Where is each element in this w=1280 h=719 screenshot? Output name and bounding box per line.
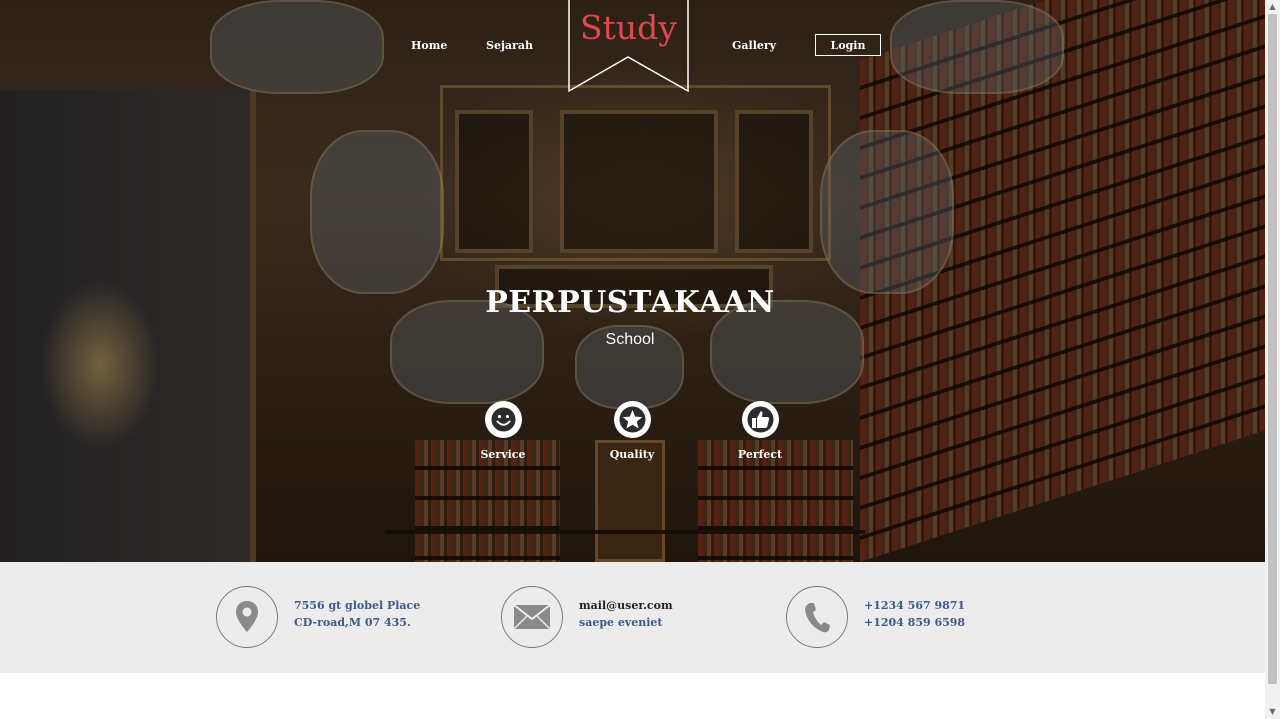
thumbs-up-icon (741, 401, 779, 438)
hero-section: Home Sejarah Study Gallery Login PERPUST… (0, 0, 1265, 562)
location-pin-icon (216, 586, 278, 648)
star-icon (613, 401, 651, 438)
site-logo[interactable]: Study (568, 8, 689, 47)
scroll-down-arrow-icon[interactable]: ▼ (1265, 705, 1280, 719)
page-scrollbar[interactable]: ▲ ▼ (1265, 0, 1280, 719)
phone-icon (786, 586, 848, 648)
contact-section: 7556 gt globel Place CD-road,M 07 435. m… (0, 562, 1265, 673)
feature-quality: Quality (582, 401, 682, 461)
scroll-up-arrow-icon[interactable]: ▲ (1265, 0, 1280, 14)
nav-gallery-link[interactable]: Gallery (732, 39, 776, 52)
feature-perfect: Perfect (710, 401, 810, 461)
feature-service-label: Service (480, 448, 526, 461)
contact-phone-line1: +1234 567 9871 (864, 599, 966, 612)
contact-address-line1: 7556 gt globel Place (294, 599, 421, 612)
contact-email-line2: saepe eveniet (579, 616, 663, 629)
contact-address-line2: CD-road,M 07 435. (294, 616, 411, 629)
contact-email-address[interactable]: mail@user.com (579, 597, 673, 614)
hero-title: PERPUSTAKAAN (485, 285, 775, 320)
login-button[interactable]: Login (815, 34, 881, 56)
hero-subtitle: School (605, 331, 655, 348)
smile-icon (484, 401, 522, 438)
scrollbar-thumb[interactable] (1268, 14, 1277, 684)
contact-phone-line2: +1204 859 6598 (864, 616, 966, 629)
nav-sejarah-link[interactable]: Sejarah (486, 39, 533, 52)
envelope-icon (501, 586, 563, 648)
nav-home-link[interactable]: Home (411, 39, 447, 52)
feature-quality-label: Quality (609, 448, 655, 461)
feature-perfect-label: Perfect (737, 448, 783, 461)
feature-service: Service (453, 401, 553, 461)
